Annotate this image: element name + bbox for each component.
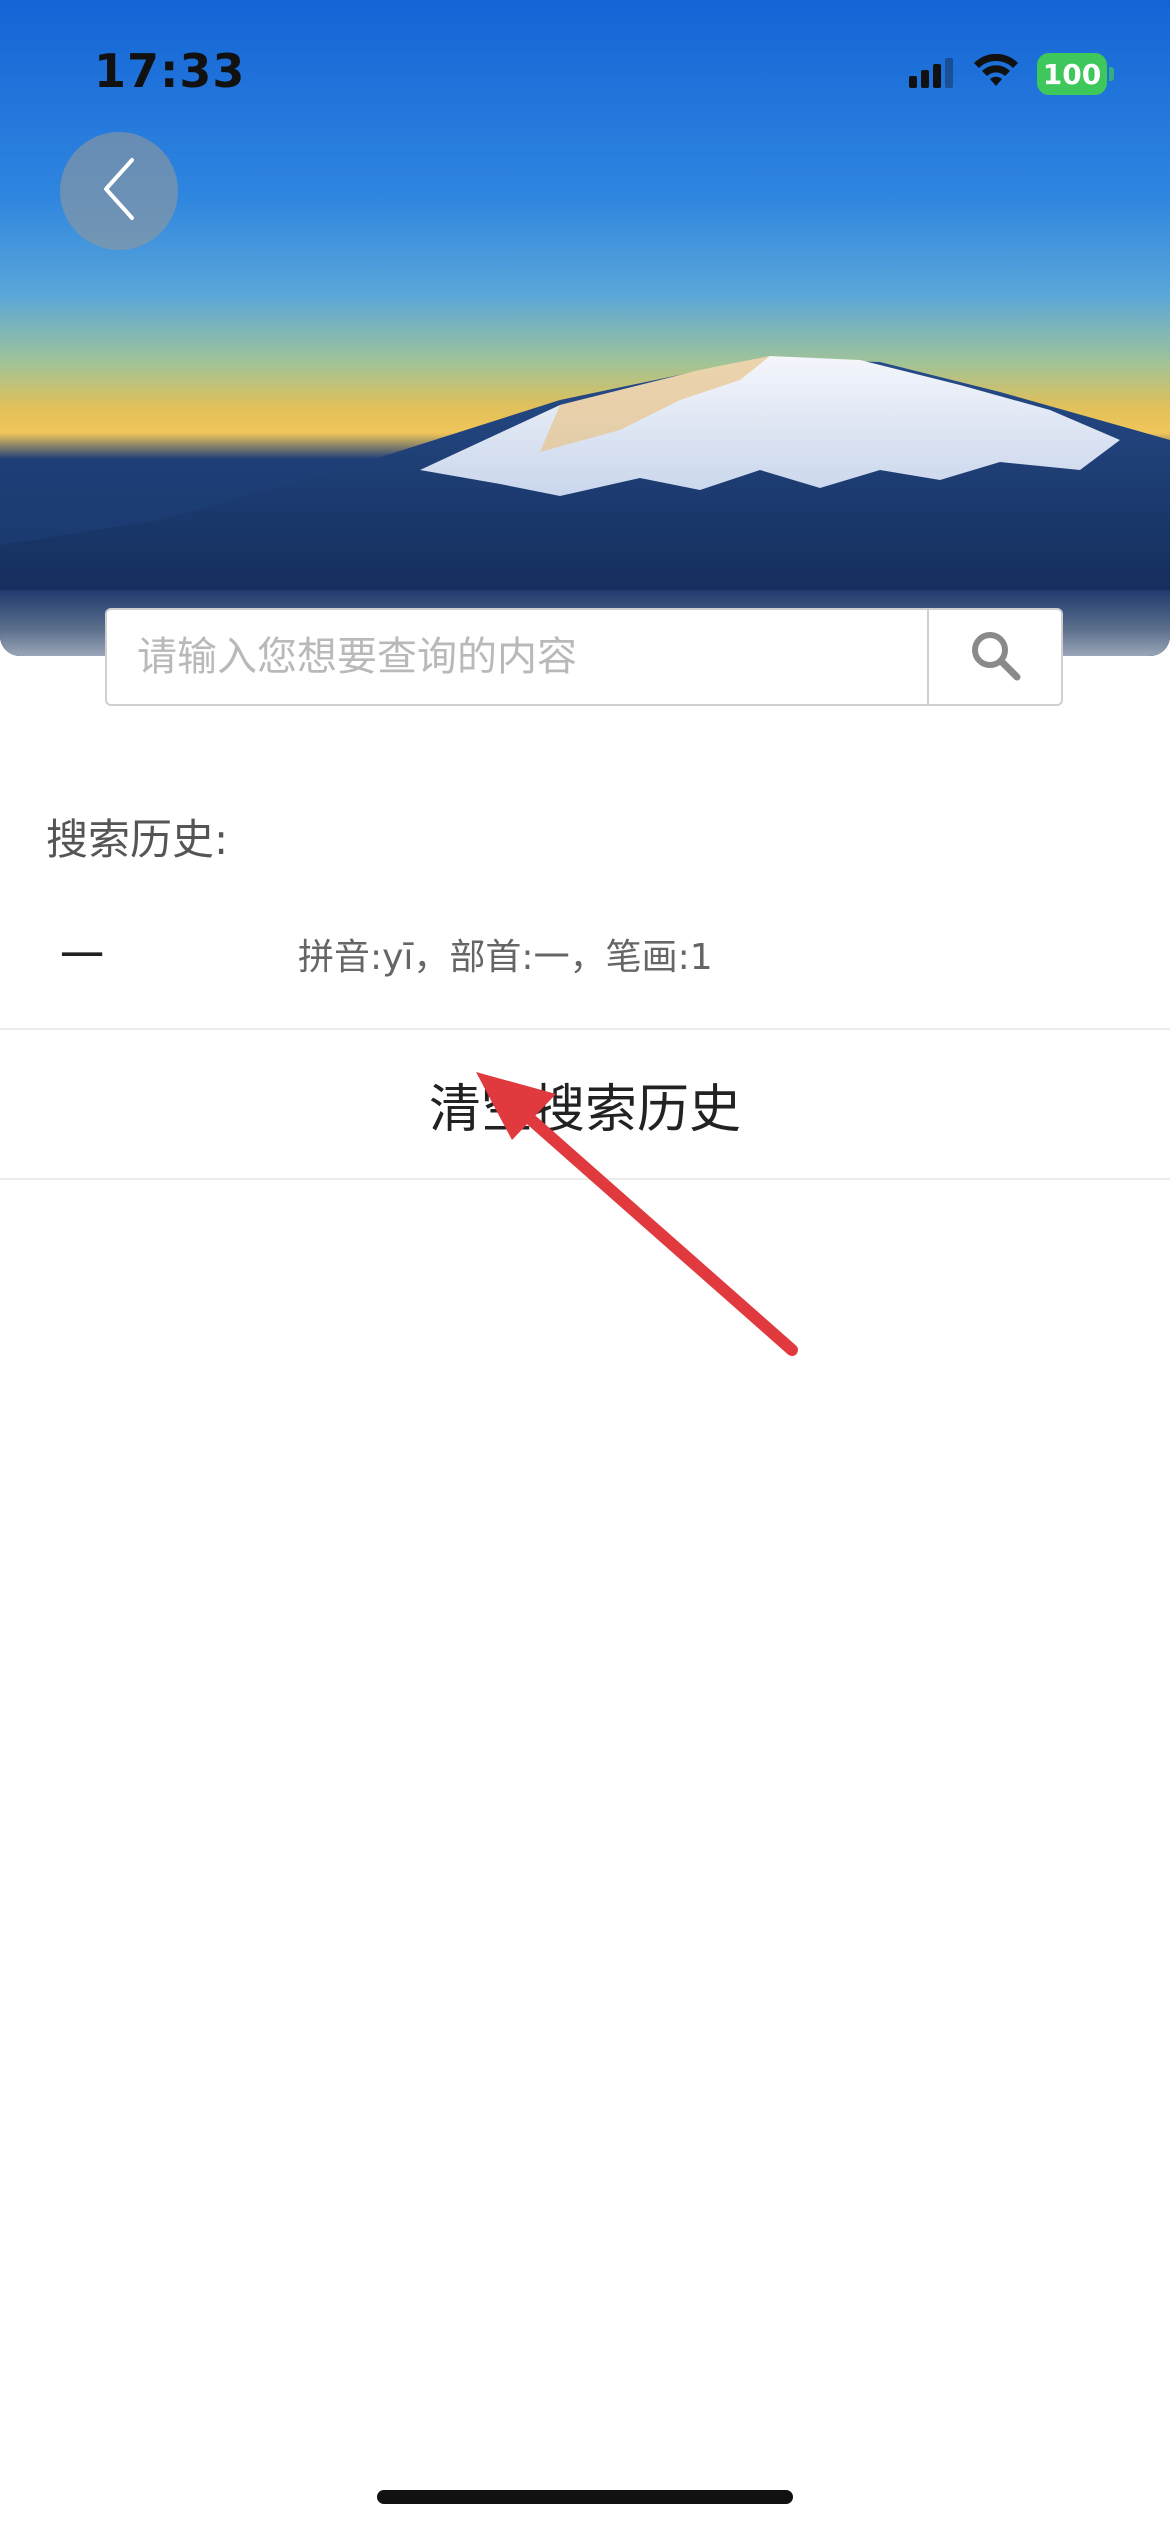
clear-history-button[interactable]: 清空搜索历史	[0, 1030, 1170, 1178]
wifi-icon	[973, 53, 1019, 94]
battery-level: 100	[1037, 53, 1107, 95]
search-history-title: 搜索历史:	[46, 815, 229, 864]
history-item-description: 拼音:yī，部首:一，笔画:1	[298, 937, 713, 978]
back-button[interactable]	[60, 132, 178, 250]
hero-banner-image	[0, 0, 1170, 656]
status-icons: 100	[907, 50, 1114, 98]
chevron-left-icon	[94, 154, 144, 228]
home-indicator[interactable]	[377, 2490, 793, 2504]
page: 17:33 100 请输入您想要查询的内容 搜索历史: 一 拼音:yī，部首:一…	[0, 0, 1170, 2532]
history-item[interactable]: 一 拼音:yī，部首:一，笔画:1	[0, 900, 1170, 1010]
search-bar	[105, 608, 1063, 706]
search-button[interactable]	[927, 610, 1061, 704]
battery-cap	[1109, 67, 1114, 81]
history-item-character: 一	[60, 931, 104, 982]
cellular-signal-icon	[907, 54, 955, 94]
search-icon	[967, 627, 1023, 687]
search-input[interactable]	[107, 610, 927, 704]
battery-icon: 100	[1037, 53, 1114, 95]
status-time: 17:33	[94, 44, 246, 98]
divider	[0, 1178, 1170, 1180]
mountain-illustration	[0, 356, 1170, 656]
